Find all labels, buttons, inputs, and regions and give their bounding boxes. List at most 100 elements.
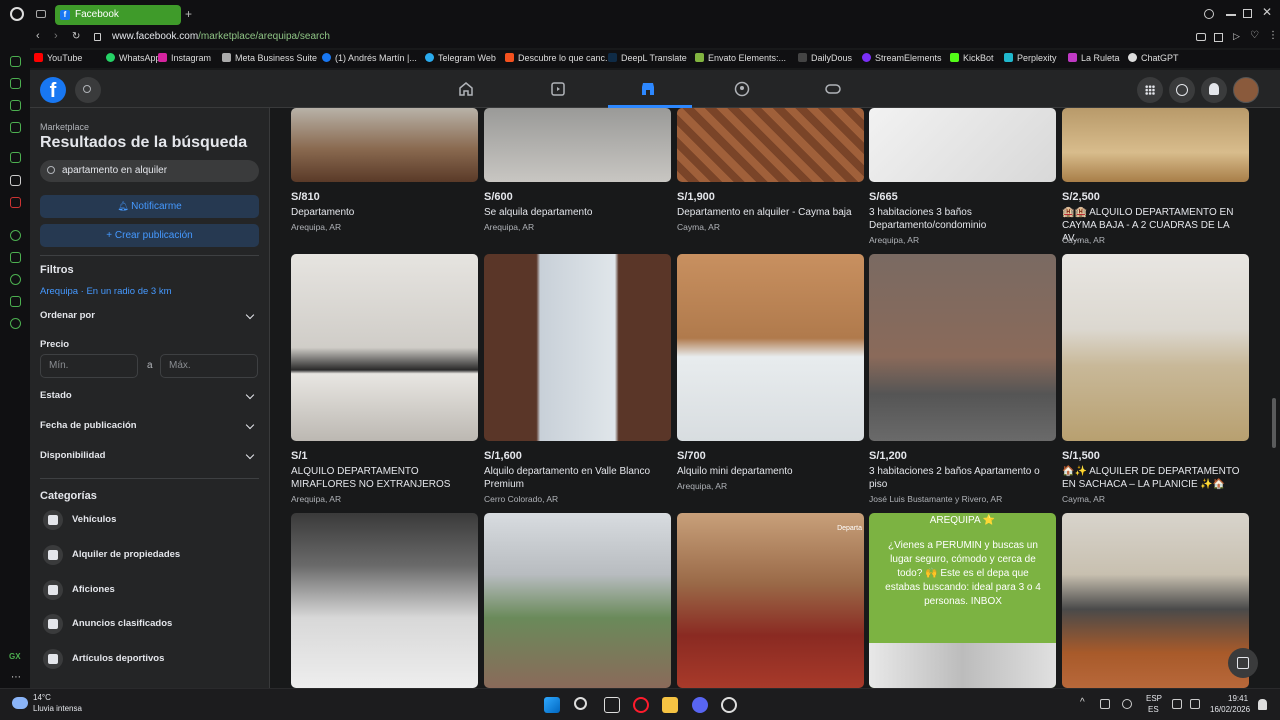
rail-red-icon[interactable] [10, 197, 21, 208]
category-sporting-goods[interactable]: Artículos deportivos [40, 645, 259, 673]
menu-icon[interactable]: ⋮ [1268, 30, 1278, 41]
bookmark-facebook-profile[interactable]: (1) Andrés Martín |... [322, 53, 417, 63]
back-icon[interactable]: ‹ [36, 30, 40, 42]
weather-condition[interactable]: Lluvia intensa [33, 704, 82, 713]
menu-grid-button[interactable] [1137, 77, 1163, 103]
notification-bell-icon[interactable] [1258, 699, 1267, 710]
clock-date[interactable]: 16/02/2026 [1210, 705, 1250, 714]
rail-x-icon[interactable] [10, 175, 21, 186]
sports-icon [43, 649, 63, 669]
rail-more-icon[interactable]: ⋯ [11, 672, 21, 683]
camera-icon[interactable] [1196, 33, 1206, 41]
date-label: Fecha de publicación [40, 420, 137, 431]
state-label: Estado [40, 390, 72, 401]
bookmark-youtube[interactable]: YouTube [34, 53, 82, 63]
bookmark-kickbot[interactable]: KickBot [950, 53, 994, 63]
rail-play-icon[interactable] [10, 230, 21, 241]
mic-icon[interactable] [1122, 699, 1132, 709]
search-icon[interactable] [1204, 9, 1214, 19]
nav-gaming[interactable] [793, 70, 873, 108]
task-view-icon[interactable] [604, 697, 620, 713]
start-icon[interactable] [544, 697, 560, 713]
keyboard-layout[interactable]: ES [1148, 705, 1159, 714]
scrollbar-thumb[interactable] [1272, 398, 1276, 448]
close-icon[interactable]: ✕ [1262, 5, 1272, 19]
opera-logo-icon[interactable] [10, 7, 24, 21]
weather-temp[interactable]: 14°C [33, 693, 51, 702]
availability-dropdown[interactable]: Disponibilidad [40, 450, 259, 466]
rail-gear-icon[interactable] [10, 318, 21, 329]
state-dropdown[interactable]: Estado [40, 390, 259, 406]
nav-groups[interactable] [702, 70, 782, 108]
avatar[interactable] [1233, 77, 1259, 103]
bookmark-laruleta[interactable]: La Ruleta [1068, 53, 1120, 63]
compose-message-button[interactable] [1228, 648, 1258, 678]
file-explorer-icon[interactable] [662, 697, 678, 713]
volume-icon[interactable] [1190, 699, 1200, 709]
bookmark-perplexity[interactable]: Perplexity [1004, 53, 1057, 63]
location-filter-link[interactable]: Arequipa · En un radio de 3 km [40, 286, 172, 297]
bookmark-dailydous[interactable]: DailyDous [798, 53, 852, 63]
maximize-icon[interactable] [1243, 9, 1252, 18]
search-icon[interactable] [574, 697, 587, 710]
cloud-icon[interactable] [1100, 699, 1110, 709]
opera-gx-icon[interactable] [633, 697, 649, 713]
rail-m-icon[interactable] [10, 122, 21, 133]
notifications-button[interactable] [1201, 77, 1227, 103]
network-icon[interactable] [1172, 699, 1182, 709]
scrollbar[interactable] [1270, 108, 1278, 688]
rail-box-icon[interactable] [10, 252, 21, 263]
bookmark-label: DeepL Translate [621, 53, 687, 63]
bookmark-envato[interactable]: Envato Elements:... [695, 53, 786, 63]
language-indicator[interactable]: ESP [1146, 694, 1162, 703]
tab-switch-icon[interactable] [36, 10, 46, 18]
bookmark-instagram[interactable]: Instagram [158, 53, 211, 63]
bookmark-label: Instagram [171, 53, 212, 63]
rail-tool2-icon[interactable] [10, 100, 21, 111]
weather-icon[interactable] [12, 697, 28, 709]
snapshot-icon[interactable] [1214, 33, 1223, 42]
url-field[interactable]: www.facebook.com/marketplace/arequipa/se… [112, 31, 330, 42]
sort-dropdown[interactable]: Ordenar por [40, 310, 259, 326]
tab-facebook[interactable]: f Facebook [55, 5, 181, 25]
bookmark-meta[interactable]: Meta Business Suite [222, 53, 317, 63]
messenger-button[interactable] [1169, 77, 1195, 103]
max-price-input[interactable]: Máx. [160, 354, 258, 378]
date-dropdown[interactable]: Fecha de publicación [40, 420, 259, 436]
heart-icon[interactable]: ♡ [1250, 30, 1259, 41]
chevron-up-icon[interactable]: ^ [1080, 697, 1085, 708]
search-input[interactable]: apartamento en alquiler [40, 160, 259, 182]
bookmark-streamelements[interactable]: StreamElements [862, 53, 942, 63]
bookmark-chatgpt[interactable]: ChatGPT [1128, 53, 1179, 63]
rail-clock-icon[interactable] [10, 274, 21, 285]
rail-aria-icon[interactable] [10, 56, 21, 67]
header-search-button[interactable] [75, 77, 101, 103]
min-price-input[interactable]: Mín. [40, 354, 138, 378]
rail-twitch-icon[interactable] [10, 152, 21, 163]
steam-icon[interactable] [721, 697, 737, 713]
category-classifieds[interactable]: Anuncios clasificados [40, 610, 259, 638]
category-vehicles[interactable]: Vehículos [40, 506, 259, 534]
create-listing-button[interactable]: + Crear publicación [40, 224, 259, 247]
nav-marketplace[interactable] [608, 70, 692, 108]
nav-home[interactable] [426, 70, 506, 108]
bookmark-deepl[interactable]: DeepL Translate [608, 53, 687, 63]
new-tab-button[interactable]: + [185, 7, 192, 21]
facebook-logo-icon[interactable]: f [40, 77, 66, 103]
discord-icon[interactable] [692, 697, 708, 713]
notify-button[interactable]: 🔔︎ Notificarme [40, 195, 259, 218]
nav-video[interactable] [518, 70, 598, 108]
minimize-icon[interactable] [1226, 14, 1236, 16]
bookmark-telegram[interactable]: Telegram Web [425, 53, 496, 63]
rail-gx-icon[interactable]: GX [9, 652, 21, 661]
bookmark-whatsapp[interactable]: WhatsApp [106, 53, 161, 63]
rail-tool-icon[interactable] [10, 78, 21, 89]
reload-icon[interactable]: ↻ [72, 31, 80, 42]
clock-time[interactable]: 19:41 [1228, 694, 1248, 703]
bookmark-descubre[interactable]: Descubre lo que canc... [505, 53, 613, 63]
play-icon[interactable]: ▷ [1233, 31, 1240, 42]
forward-icon[interactable]: › [54, 30, 58, 42]
category-property-rentals[interactable]: Alquiler de propiedades [40, 541, 259, 569]
category-hobbies[interactable]: Aficiones [40, 576, 259, 604]
rail-cube-icon[interactable] [10, 296, 21, 307]
